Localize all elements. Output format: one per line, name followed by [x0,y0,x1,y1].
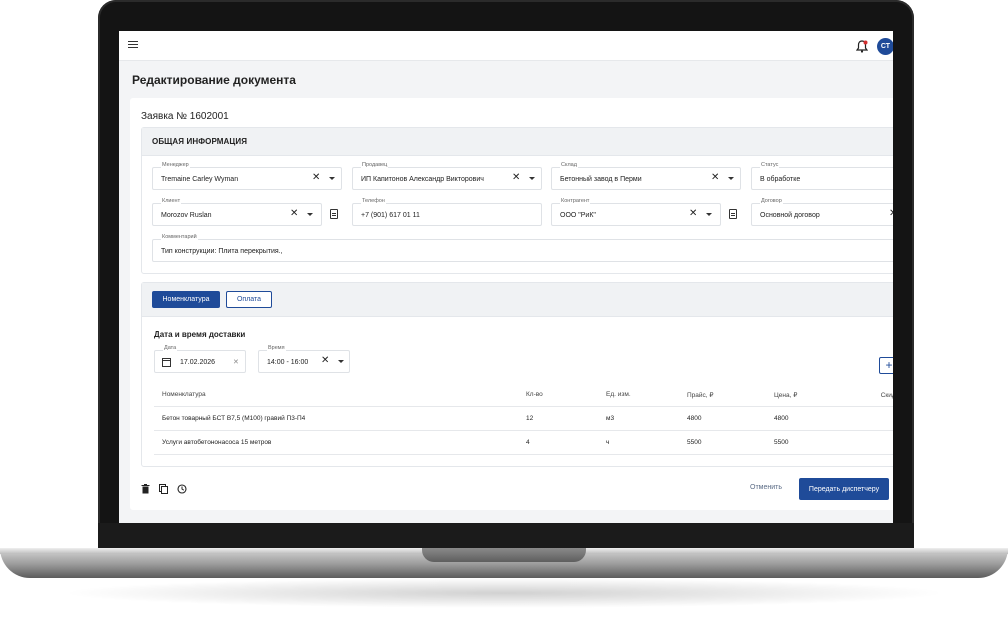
field-value: +7 (901) 617 01 11 [361,212,420,219]
clear-icon[interactable]: ✕ [711,173,719,183]
delivery-title: Дата и время доставки [154,330,246,339]
table-cell: Бетон товарный БСТ В7,5 (М100) гравий П3… [154,406,518,431]
seller-field[interactable]: Продавец ИП Капитонов Александр Викторов… [352,162,542,190]
field-value: Бетонный завод в Перми [560,176,642,183]
document-icon[interactable] [330,209,338,219]
general-info-section: ОБЩАЯ ИНФОРМАЦИЯ Менеджер Tremaine Carle… [141,127,893,274]
cancel-button[interactable]: Отменить [750,484,782,491]
clear-icon[interactable]: ✕ [689,209,697,219]
field-label: Статус [760,162,780,168]
column-header: Ед. изм. [598,384,679,407]
clear-icon[interactable]: ✕ [290,209,298,219]
avatar[interactable]: СТ [877,38,893,55]
field-value: 17.02.2026 [180,359,216,366]
column-header: Номенклатура [154,384,518,407]
phone-field[interactable]: Телефон +7 (901) 617 01 11 [352,198,542,226]
comment-field[interactable]: Комментарий Тип конструкции: Плита перек… [152,234,893,262]
field-label: Клиент [161,198,182,204]
clear-icon[interactable]: ✕ [512,173,520,183]
page-title: Редактирование документа [132,73,296,87]
clear-icon[interactable]: ✕ [321,356,329,366]
contract-field[interactable]: Договор Основной договор ✕ [751,198,893,226]
tabs-panel: Номенклатура Оплата Дата и время доставк… [141,282,893,467]
chevron-down-icon[interactable] [529,177,535,180]
field-value: Morozov Ruslan [161,212,212,219]
items-table: Номенклатура Кл-во Ед. изм. Прайс, ₽ Цен… [154,384,893,455]
clear-icon[interactable]: ✕ [312,173,320,183]
table-cell [853,430,893,455]
trash-icon[interactable] [141,484,150,494]
status-field[interactable]: Статус В обработке [751,162,893,190]
tabs-header: Номенклатура Оплата [142,283,893,317]
manager-field[interactable]: Менеджер Tremaine Carley Wyman ✕ [152,162,342,190]
field-label: Комментарий [161,234,198,240]
chevron-down-icon[interactable] [307,213,313,216]
calendar-icon[interactable] [162,357,171,367]
chevron-down-icon[interactable] [329,177,335,180]
top-bar: СТ [119,31,893,61]
chevron-down-icon[interactable] [728,177,734,180]
field-value: ООО "РиК" [560,212,596,219]
date-field[interactable]: Дата 17.02.2026 ✕ [154,345,246,373]
field-label: Договор [760,198,783,204]
field-value: ИП Капитонов Александр Викторович [361,176,484,183]
table-header-row: Номенклатура Кл-во Ед. изм. Прайс, ₽ Цен… [154,384,893,407]
field-value: 14:00 - 16:00 [267,359,309,366]
table-cell: Услуги автобетононасоса 15 метров [154,430,518,455]
laptop-notch [422,548,586,562]
document-card: Заявка № 1602001 ОБЩАЯ ИНФОРМАЦИЯ Менедж… [130,98,893,510]
table-cell: м3 [598,406,679,431]
bell-icon[interactable] [856,40,868,53]
warehouse-field[interactable]: Склад Бетонный завод в Перми ✕ [551,162,741,190]
table-cell: 12 [518,406,598,431]
screen: СТ Редактирование документа Заявка № 160… [119,31,893,523]
column-header: Цена, ₽ [766,384,853,407]
chevron-down-icon[interactable] [706,213,712,216]
table-cell: 5500 [766,430,853,455]
table-cell: 4 [518,430,598,455]
copy-icon[interactable] [159,484,168,494]
field-value: В обработке [760,176,801,183]
field-label: Дата [163,345,178,351]
chevron-down-icon[interactable] [338,360,344,363]
field-label: Менеджер [161,162,190,168]
laptop-frame: СТ Редактирование документа Заявка № 160… [0,0,1008,635]
column-header: Прайс, ₽ [679,384,766,407]
field-value: Tremaine Carley Wyman [161,176,239,183]
field-label: Склад [560,162,578,168]
laptop-shadow [60,578,948,608]
table-row[interactable]: Бетон товарный БСТ В7,5 (М100) гравий П3… [154,406,893,431]
field-value: Тип конструкции: Плита перекрытия., [161,248,283,255]
table-cell: ч [598,430,679,455]
clear-icon[interactable]: ✕ [889,209,893,219]
time-field[interactable]: Время 14:00 - 16:00 ✕ [258,345,350,373]
counterparty-field[interactable]: Контрагент ООО "РиК" ✕ [551,198,721,226]
document-icon[interactable] [729,209,737,219]
tab-payment[interactable]: Оплата [226,291,272,308]
table-cell [853,406,893,431]
clear-icon[interactable]: ✕ [233,358,239,368]
field-label: Телефон [361,198,386,204]
field-label: Контрагент [560,198,591,204]
tab-nomenclature[interactable]: Номенклатура [152,291,220,308]
table-row[interactable]: Услуги автобетононасоса 15 метров 4 ч 55… [154,430,893,455]
table-cell: 4800 [679,406,766,431]
field-value: Основной договор [760,212,820,219]
table-cell: 4800 [766,406,853,431]
table-cell: 5500 [679,430,766,455]
field-label: Время [267,345,286,351]
request-title: Заявка № 1602001 [141,111,229,122]
column-header: Кл-во [518,384,598,407]
history-icon[interactable] [177,484,187,494]
field-label: Продавец [361,162,389,168]
add-item-button[interactable]: + [879,357,893,374]
section-heading: ОБЩАЯ ИНФОРМАЦИЯ [142,128,893,156]
column-header: Скидка, ₽ [853,384,893,407]
submit-to-dispatcher-button[interactable]: Передать диспетчеру [799,478,889,500]
client-field[interactable]: Клиент Morozov Ruslan ✕ [152,198,322,226]
menu-icon[interactable] [128,41,138,51]
